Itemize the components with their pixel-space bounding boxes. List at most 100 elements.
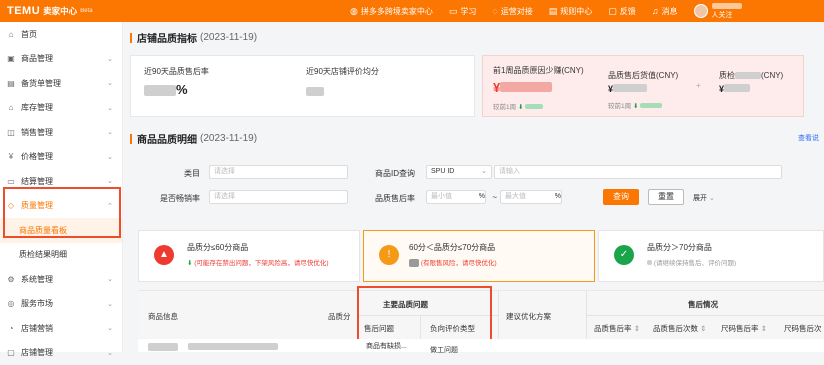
expand-toggle[interactable]: 展开 ⌄ (693, 193, 715, 203)
product-thumbnail (148, 343, 178, 351)
sidebar-item-goods[interactable]: ▣商品管理⌄ (0, 47, 122, 72)
blurred-value (144, 85, 176, 96)
chevron-down-icon: ⌄ (107, 55, 113, 63)
view-explanation-link[interactable]: 查看说 (798, 133, 819, 143)
tier-desc: ⬇ (可能存在禁出问题，下架风险高，请尽快优化) (187, 257, 329, 267)
percent-unit: % (475, 193, 485, 200)
main-issue-highlight (357, 286, 492, 342)
blurred-value (647, 260, 652, 265)
sidebar-item-label: 店铺营销 (21, 323, 53, 334)
tier-card-high[interactable]: ✓ 品质分＞70分商品 (请继续保持售后、评价问题) (598, 230, 824, 282)
nav-label: 运营对接 (501, 6, 533, 17)
marketing-icon: ◔ (6, 324, 16, 333)
sidebar-item-system[interactable]: ⚙系统管理⌄ (0, 267, 122, 292)
divider (498, 291, 499, 340)
arrow-down-icon: ⬇ (518, 104, 523, 111)
percent-unit: % (551, 193, 561, 200)
inspect-value: ¥ (719, 84, 750, 94)
user-menu[interactable]: 人关注 (694, 3, 742, 20)
id-query-input[interactable]: 请输入 (494, 165, 782, 179)
sidebar-item-label: 结算管理 (21, 176, 53, 187)
feedback-icon: ▢ (608, 6, 617, 17)
reset-button[interactable]: 重置 (648, 189, 684, 205)
col-size-rate[interactable]: 尺码售后率 ⇕ (721, 323, 767, 334)
chevron-down-icon: ⌄ (107, 275, 113, 283)
section-title: 商品品质明细 (137, 131, 197, 146)
blurred-value (409, 259, 419, 267)
nav-ops[interactable]: ◌运营对接 (492, 6, 532, 17)
category-label: 类目 (150, 168, 200, 179)
col-quality-count[interactable]: 品质售后次数 ⇕ (653, 323, 706, 334)
col-goods-info: 商品信息 (148, 311, 178, 322)
nav-label: 消息 (662, 6, 678, 17)
stock-icon: ▤ (6, 79, 16, 88)
store-loss-card: 前1周品质原因少赚(CNY) ¥ 较前1周 ⬇ 品质售后货值(CNY) ¥ 较前… (482, 55, 804, 117)
col-label: 品质售后率 (594, 324, 632, 333)
query-button[interactable]: 查询 (603, 189, 639, 205)
alarm-icon: ▲ (154, 245, 174, 265)
refund-value-label: 品质售后货值(CNY) (608, 70, 678, 81)
nav-feedback[interactable]: ▢反馈 (608, 6, 636, 17)
col-label: 尺码售后率 (721, 324, 759, 333)
sidebar-item-inventory[interactable]: ⌂库存管理⌄ (0, 96, 122, 121)
temu-logo[interactable]: TEMU (7, 5, 40, 17)
nav-rules[interactable]: ▤规则中心 (549, 6, 593, 17)
sidebar-item-sales[interactable]: ◫ 销售管理 ⌄ (0, 120, 122, 145)
sidebar-item-inspection-detail[interactable]: 质检结果明细 (0, 243, 122, 268)
col-size-count[interactable]: 尺码售后次 (784, 323, 822, 334)
col-suggestion: 建议优化方案 (506, 311, 551, 322)
sidebar-item-label: 店铺管理 (21, 347, 53, 358)
section-date: (2023-11-19) (200, 133, 257, 144)
sidebar-item-marketing[interactable]: ◔店铺营销⌄ (0, 316, 122, 341)
sidebar-item-label: 价格管理 (21, 151, 53, 162)
sidebar-item-label: 质检结果明细 (19, 249, 67, 260)
tier-card-mid[interactable]: ! 60分＜品质分≤70分商品 (有限售风险，请尽快优化) (363, 230, 595, 282)
tier-desc-text: (请继续保持售后、评价问题) (654, 260, 736, 267)
nav-learn[interactable]: ▭学习 (449, 6, 477, 17)
bell-icon: ♫ (652, 6, 659, 16)
seller-center-title: 卖家中心 (43, 5, 77, 17)
tier-card-low[interactable]: ▲ 品质分≤60分商品 ⬇ (可能存在禁出问题，下架风险高，请尽快优化) (138, 230, 360, 282)
sidebar-item-label: 系统管理 (21, 274, 53, 285)
chevron-down-icon: ⌄ (107, 104, 113, 112)
user-followers: 人关注 (712, 12, 733, 19)
top-bar: TEMU 卖家中心 Beta ◍拼多多跨境卖家中心 ▭学习 ◌运营对接 ▤规则中… (0, 0, 824, 22)
col-quality-rate[interactable]: 品质售后率 ⇕ (594, 323, 640, 334)
goods-icon: ▣ (6, 54, 16, 63)
blurred-value (500, 82, 552, 92)
book-icon: ▭ (449, 6, 458, 17)
chevron-down-icon: ⌄ (107, 349, 113, 357)
table-row[interactable]: 商品有缺损... 做工问题 (138, 339, 824, 352)
tier-title: 品质分＞70分商品 (647, 242, 712, 253)
sidebar-item-home[interactable]: ⌂首页 (0, 22, 122, 47)
id-type-value: SPU ID (431, 168, 454, 175)
plus-icon: + (696, 81, 701, 90)
store-rating-value (306, 84, 324, 99)
inspect-unit: (CNY) (761, 71, 783, 80)
service-icon: ◎ (6, 299, 16, 308)
sidebar-item-service[interactable]: ◎服务市场⌄ (0, 292, 122, 317)
sidebar-item-price[interactable]: ¥价格管理⌄ (0, 145, 122, 170)
sidebar-item-stock-orders[interactable]: ▤备货单管理⌄ (0, 71, 122, 96)
percent-sign: % (176, 82, 188, 97)
blurred-value (188, 343, 278, 350)
chevron-down-icon: ⌄ (107, 128, 113, 136)
category-select[interactable]: 请选择 (209, 165, 348, 179)
store-quality-header: 店铺品质指标(2023-11-19) (130, 30, 824, 45)
id-query-label: 商品ID查询 (350, 168, 415, 179)
compare-label: 较前1周 (608, 103, 631, 110)
goods-quality-header: 商品品质明细(2023-11-19) (130, 131, 257, 146)
nav-cross-border[interactable]: ◍拼多多跨境卖家中心 (350, 6, 433, 17)
inspect-label: 质检 (719, 71, 735, 80)
sales-icon: ◫ (6, 128, 16, 137)
warning-icon: ! (379, 245, 399, 265)
bestseller-select[interactable]: 请选择 (209, 190, 348, 204)
nav-messages[interactable]: ♫消息 (652, 6, 678, 17)
id-type-select[interactable]: SPU ID⌄ (426, 165, 492, 179)
after-sales-rate-value: % (144, 82, 188, 97)
tier-title: 60分＜品质分≤70分商品 (409, 242, 495, 253)
arrow-down-icon: ⬇ (633, 103, 638, 110)
sidebar-item-shop[interactable]: ▢店铺管理⌄ (0, 341, 122, 365)
sidebar-item-label: 销售管理 (21, 127, 53, 138)
sidebar-item-label: 首页 (21, 29, 37, 40)
